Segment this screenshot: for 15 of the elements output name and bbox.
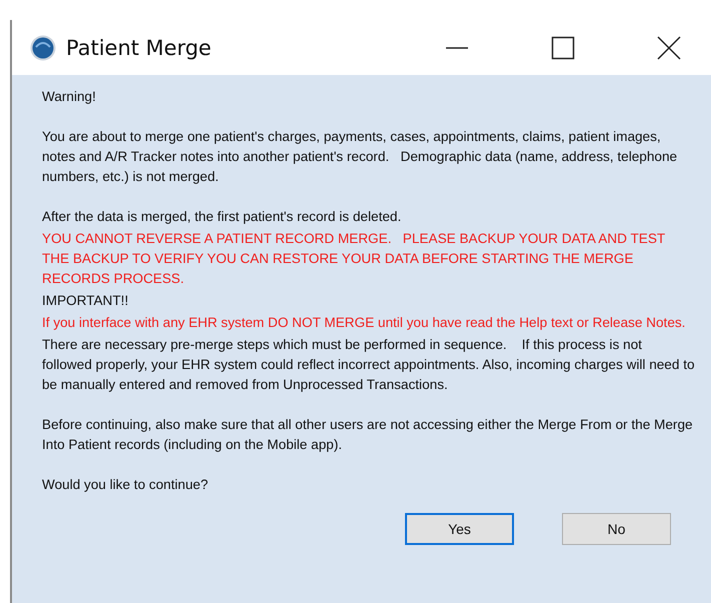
message-text: You are about to merge one patient's charges, payments, cases, appointments, claims, patient images, notes and A/R Tracker notes into another patient's record. Demographic data (name, address, telephone numbers, etc.) is not merged. (42, 128, 678, 186)
message-text: Before continuing, also make sure that all other users are not accessing either the Merge From or the Merge Into Patient records (including on the Mobile app). (42, 416, 694, 454)
message-text: There are necessary pre-merge steps which must be performed in sequence. If this process is not followed properly, your EHR system could reflect incorrect appointments. Also, incoming charges will need to be manually entered and removed from Unprocessed Transactions. (42, 336, 695, 394)
message-text: Warning! (42, 88, 97, 106)
message-text: Would you like to continue? (42, 476, 209, 494)
message-text: IMPORTANT!! (42, 292, 130, 310)
message-text: After the data is merged, the first patient's record is deleted. (42, 208, 402, 226)
app-logo-icon (30, 34, 56, 60)
no-button[interactable]: No (562, 513, 671, 545)
window-title: Patient Merge (66, 36, 212, 60)
yes-button[interactable]: Yes (405, 513, 514, 545)
close-icon[interactable] (657, 36, 681, 60)
maximize-icon[interactable] (551, 36, 575, 60)
warning-text: YOU CANNOT REVERSE A PATIENT RECORD MERGE. PLEASE BACKUP YOUR DATA AND TEST THE BACKUP TO VERIFY YOU CAN RESTORE YOUR DATA BEFORE STARTING THE MERGE RECORDS PROCESS. (42, 230, 666, 288)
warning-text: If you interface with any EHR system DO NOT MERGE until you have read the Help text or Release Notes. (42, 314, 686, 332)
